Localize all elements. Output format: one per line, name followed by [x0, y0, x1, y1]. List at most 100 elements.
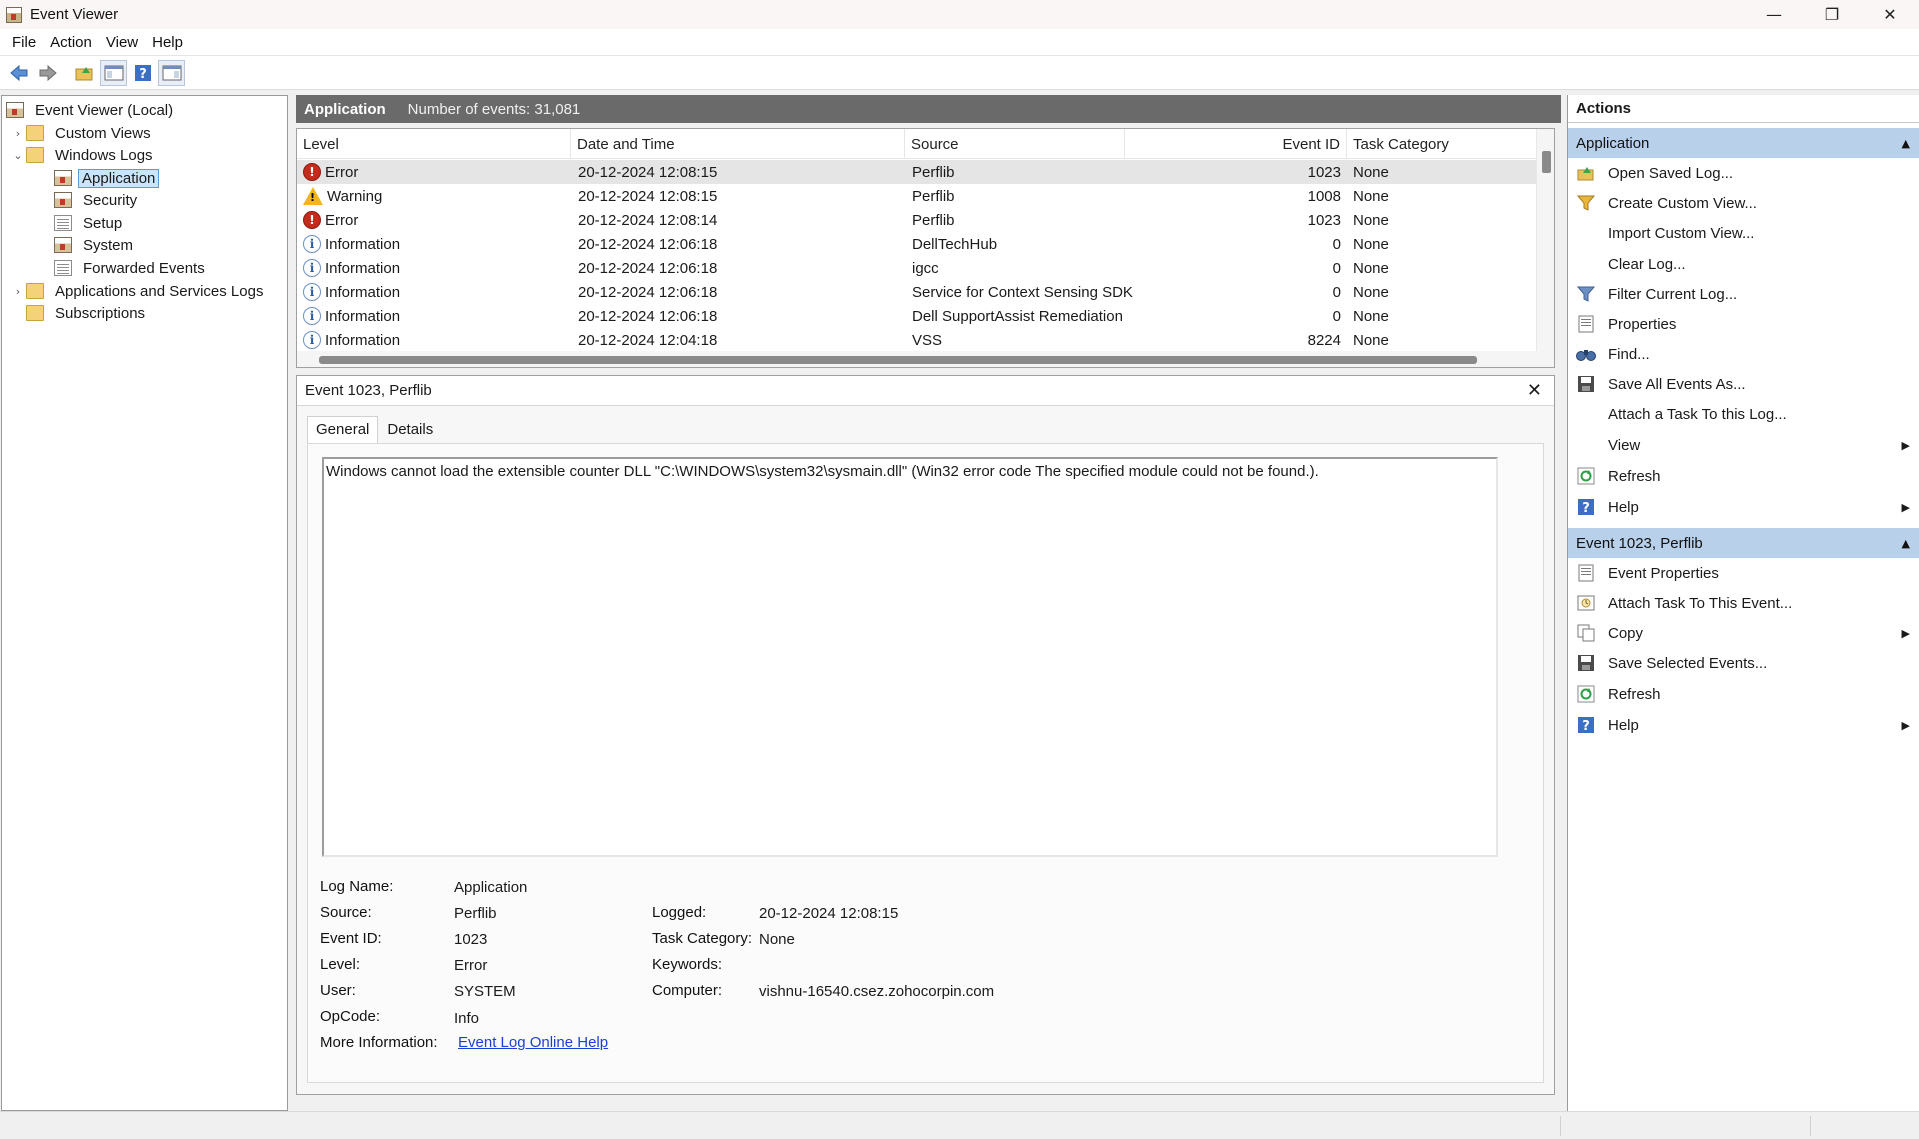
action-create-custom-view[interactable]: Create Custom View... — [1568, 188, 1919, 218]
event-id: 1023 — [1307, 163, 1341, 181]
actions-section-application[interactable]: Application ▲ — [1568, 128, 1919, 158]
help-button[interactable]: ? — [129, 60, 156, 86]
minimize-button[interactable]: — — [1745, 0, 1803, 29]
action-event-properties[interactable]: Event Properties — [1568, 558, 1919, 588]
menu-action[interactable]: Action — [43, 34, 99, 51]
tree-item-event-viewer-local[interactable]: Event Viewer (Local) — [6, 99, 178, 121]
show-hide-tree-button[interactable] — [100, 59, 127, 86]
chevron-right-icon[interactable]: › — [10, 127, 26, 140]
events-column-headers: Level Date and Time Source Event ID Task… — [297, 129, 1537, 159]
keywords-label: Keywords: — [652, 956, 723, 973]
close-icon[interactable]: ✕ — [1527, 380, 1542, 401]
back-button[interactable] — [5, 60, 32, 86]
close-window-button[interactable]: ✕ — [1861, 0, 1919, 29]
tree-item-applications-and-services-logs[interactable]: › Applications and Services Logs — [10, 280, 268, 302]
event-source: Perflib — [912, 163, 955, 181]
event-row[interactable]: ! Warning 20-12-2024 12:08:15 Perflib 100… — [297, 184, 1537, 208]
events-vertical-scrollbar[interactable] — [1536, 129, 1554, 367]
event-row[interactable]: i Information 20-12-2024 12:06:18 Service… — [297, 280, 1537, 304]
event-row[interactable]: i Information 20-12-2024 12:06:18 DellTec… — [297, 232, 1537, 256]
event-datetime: 20-12-2024 12:06:18 — [578, 259, 718, 277]
scroll-thumb[interactable] — [1542, 151, 1551, 173]
tree-item-forwarded-events[interactable]: Forwarded Events — [54, 257, 210, 279]
event-level: Information — [325, 283, 401, 301]
event-id: 0 — [1332, 283, 1341, 301]
status-bar — [0, 1111, 1919, 1139]
event-row[interactable]: ! Error 20-12-2024 12:08:14 Perflib 1023 … — [297, 208, 1537, 232]
action-save-all-events-as[interactable]: Save All Events As... — [1568, 369, 1919, 399]
tree-item-security[interactable]: Security — [54, 189, 142, 211]
tree-item-windows-logs[interactable]: ⌄ Windows Logs — [10, 144, 158, 166]
level-label: Level: — [320, 956, 361, 973]
show-hide-action-pane-button[interactable] — [158, 59, 185, 86]
event-row[interactable]: i Information 20-12-2024 12:06:18 Dell Su… — [297, 304, 1537, 328]
collapse-up-icon[interactable]: ▲ — [1902, 537, 1910, 550]
event-row[interactable]: i Information 20-12-2024 12:04:18 VSS 822… — [297, 328, 1537, 352]
column-level[interactable]: Level — [297, 129, 571, 159]
action-properties[interactable]: Properties — [1568, 309, 1919, 339]
event-row[interactable]: ! Error 20-12-2024 12:08:15 Perflib 1023 … — [297, 160, 1537, 184]
action-find[interactable]: Find... — [1568, 339, 1919, 369]
event-row[interactable]: i Information 20-12-2024 12:06:18 igcc 0 … — [297, 256, 1537, 280]
scroll-thumb[interactable] — [319, 356, 1477, 364]
chevron-right-icon[interactable]: › — [10, 285, 26, 298]
collapse-up-icon[interactable]: ▲ — [1902, 137, 1910, 150]
action-open-saved-log[interactable]: Open Saved Log... — [1568, 158, 1919, 188]
action-filter-current-log[interactable]: Filter Current Log... — [1568, 279, 1919, 309]
event-level: Information — [325, 235, 401, 253]
menu-help[interactable]: Help — [145, 34, 190, 51]
events-horizontal-scrollbar[interactable] — [297, 351, 1537, 367]
refresh-icon — [1576, 466, 1596, 486]
tab-details[interactable]: Details — [378, 416, 442, 444]
save-icon — [1576, 653, 1596, 673]
forward-button[interactable] — [34, 60, 61, 86]
actions-section-event[interactable]: Event 1023, Perflib ▲ — [1568, 528, 1919, 558]
open-button[interactable] — [71, 60, 98, 86]
event-id: 1023 — [1307, 211, 1341, 229]
event-level: Error — [325, 163, 359, 181]
title-bar: Event Viewer — ❐ ✕ — [0, 0, 1919, 29]
action-help-event[interactable]: ? Help ▶ — [1568, 710, 1919, 740]
error-icon: ! — [303, 211, 321, 229]
event-log-online-help-link[interactable]: Event Log Online Help — [458, 1034, 608, 1051]
info-icon: i — [303, 259, 321, 277]
user-value: SYSTEM — [454, 983, 516, 1000]
event-datetime: 20-12-2024 12:06:18 — [578, 235, 718, 253]
logged-label: Logged: — [652, 904, 707, 921]
menu-file[interactable]: File — [5, 34, 43, 51]
column-event-id[interactable]: Event ID — [1125, 129, 1347, 159]
source-value: Perflib — [454, 905, 497, 922]
event-id: 8224 — [1307, 331, 1341, 349]
tree-item-application[interactable]: Application — [54, 167, 160, 189]
action-import-custom-view[interactable]: Import Custom View... — [1568, 218, 1919, 248]
column-source[interactable]: Source — [905, 129, 1125, 159]
action-help[interactable]: ? Help ▶ — [1568, 492, 1919, 522]
event-message[interactable]: Windows cannot load the extensible count… — [322, 457, 1498, 857]
log-name-value: Application — [454, 879, 528, 896]
info-icon: i — [303, 235, 321, 253]
action-save-selected-events[interactable]: Save Selected Events... — [1568, 648, 1919, 678]
level-value: Error — [454, 957, 488, 974]
action-refresh[interactable]: Refresh — [1568, 461, 1919, 491]
tree-item-setup[interactable]: Setup — [54, 212, 127, 234]
action-view[interactable]: View ▶ — [1568, 430, 1919, 460]
restore-button[interactable]: ❐ — [1803, 0, 1861, 29]
tree-item-subscriptions[interactable]: Subscriptions — [26, 302, 150, 324]
column-task-category[interactable]: Task Category — [1347, 129, 1537, 159]
action-copy[interactable]: Copy ▶ — [1568, 618, 1919, 648]
chevron-down-icon[interactable]: ⌄ — [10, 149, 26, 162]
submenu-arrow-icon: ▶ — [1901, 500, 1910, 514]
action-attach-task-to-log[interactable]: Attach a Task To this Log... — [1568, 399, 1919, 429]
column-date-and-time[interactable]: Date and Time — [571, 129, 905, 159]
action-refresh-event[interactable]: Refresh — [1568, 679, 1919, 709]
action-attach-task-to-event[interactable]: Attach Task To This Event... — [1568, 588, 1919, 618]
tab-general[interactable]: General — [307, 416, 379, 444]
event-id-label: Event ID: — [320, 930, 382, 947]
filter-icon — [1576, 193, 1596, 213]
action-clear-log[interactable]: Clear Log... — [1568, 249, 1919, 279]
tree-item-system[interactable]: System — [54, 234, 138, 256]
tree-item-custom-views[interactable]: › Custom Views — [10, 122, 156, 144]
event-viewer-icon — [6, 102, 24, 118]
menu-view[interactable]: View — [99, 34, 145, 51]
user-label: User: — [320, 982, 356, 999]
